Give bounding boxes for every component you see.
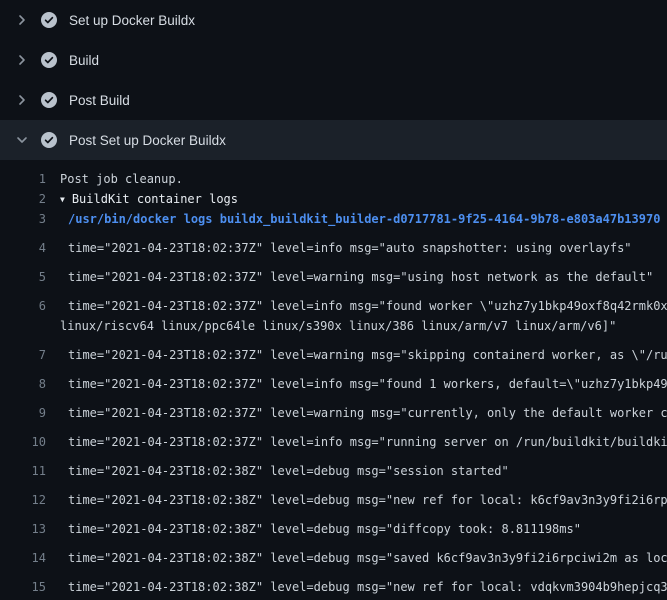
log-text: ▼ BuildKit container logs xyxy=(60,189,238,209)
line-number[interactable]: 9 xyxy=(0,403,60,423)
log-line: 12time="2021-04-23T18:02:38Z" level=debu… xyxy=(0,481,667,510)
line-number[interactable]: 4 xyxy=(0,238,60,258)
actions-log-viewer: Set up Docker Buildx Build Post Build Post … xyxy=(0,0,667,600)
log-line: 9time="2021-04-23T18:02:37Z" level=warni… xyxy=(0,394,667,423)
check-circle-icon xyxy=(41,52,57,68)
section-header-build[interactable]: Build xyxy=(0,40,667,80)
section-header-set-up-docker-buildx[interactable]: Set up Docker Buildx xyxy=(0,0,667,40)
log-text: time="2021-04-23T18:02:38Z" level=debug … xyxy=(60,461,509,481)
steps-list: Set up Docker Buildx Build Post Build Post … xyxy=(0,0,667,160)
log-line: 7time="2021-04-23T18:02:37Z" level=warni… xyxy=(0,336,667,365)
log-line: 3/usr/bin/docker logs buildx_buildkit_bu… xyxy=(0,209,667,229)
log-text: time="2021-04-23T18:02:37Z" level=info m… xyxy=(60,432,667,452)
chevron-right-icon[interactable] xyxy=(14,12,30,28)
line-number xyxy=(0,316,60,336)
log-line: 4time="2021-04-23T18:02:37Z" level=info … xyxy=(0,229,667,258)
chevron-right-icon[interactable] xyxy=(14,92,30,108)
log-line: 5time="2021-04-23T18:02:37Z" level=warni… xyxy=(0,258,667,287)
log-line: 10time="2021-04-23T18:02:37Z" level=info… xyxy=(0,423,667,452)
line-number[interactable]: 1 xyxy=(0,169,60,189)
log-text: time="2021-04-23T18:02:38Z" level=debug … xyxy=(60,577,667,597)
line-number[interactable]: 14 xyxy=(0,548,60,568)
log-text: linux/riscv64 linux/ppc64le linux/s390x … xyxy=(60,316,616,336)
log-line: linux/riscv64 linux/ppc64le linux/s390x … xyxy=(0,316,667,336)
log-text: time="2021-04-23T18:02:38Z" level=debug … xyxy=(60,548,667,568)
log-text: time="2021-04-23T18:02:37Z" level=info m… xyxy=(60,238,632,258)
section-label: Post Build xyxy=(69,93,130,108)
log-line: 13time="2021-04-23T18:02:38Z" level=debu… xyxy=(0,510,667,539)
line-number[interactable]: 10 xyxy=(0,432,60,452)
check-circle-icon xyxy=(41,92,57,108)
line-number[interactable]: 2 xyxy=(0,189,60,209)
line-number[interactable]: 7 xyxy=(0,345,60,365)
group-label: BuildKit container logs xyxy=(72,192,238,206)
line-number[interactable]: 15 xyxy=(0,577,60,597)
log-line: 8time="2021-04-23T18:02:37Z" level=info … xyxy=(0,365,667,394)
log-text: time="2021-04-23T18:02:37Z" level=info m… xyxy=(60,296,667,316)
line-number[interactable]: 8 xyxy=(0,374,60,394)
log-text: time="2021-04-23T18:02:37Z" level=info m… xyxy=(60,374,667,394)
check-circle-icon xyxy=(41,12,57,28)
line-number[interactable]: 12 xyxy=(0,490,60,510)
log-line: 6time="2021-04-23T18:02:37Z" level=info … xyxy=(0,287,667,316)
log-text: time="2021-04-23T18:02:38Z" level=debug … xyxy=(60,490,667,510)
section-header-post-build[interactable]: Post Build xyxy=(0,80,667,120)
section-label: Build xyxy=(69,53,99,68)
log-line: 11time="2021-04-23T18:02:38Z" level=debu… xyxy=(0,452,667,481)
log-text: time="2021-04-23T18:02:37Z" level=warnin… xyxy=(60,345,667,365)
line-number[interactable]: 6 xyxy=(0,296,60,316)
line-number[interactable]: 3 xyxy=(0,209,60,229)
log-line: 15time="2021-04-23T18:02:38Z" level=debu… xyxy=(0,568,667,597)
log-text: time="2021-04-23T18:02:37Z" level=warnin… xyxy=(60,403,667,423)
section-header-post-set-up-docker-buildx[interactable]: Post Set up Docker Buildx xyxy=(0,120,667,160)
section-label: Post Set up Docker Buildx xyxy=(69,133,226,148)
log-text: Post job cleanup. xyxy=(60,169,183,189)
section-label: Set up Docker Buildx xyxy=(69,13,195,28)
collapse-triangle-icon: ▼ xyxy=(60,190,65,210)
chevron-down-icon[interactable] xyxy=(14,132,30,148)
line-number[interactable]: 13 xyxy=(0,519,60,539)
line-number[interactable]: 11 xyxy=(0,461,60,481)
line-number[interactable]: 5 xyxy=(0,267,60,287)
command-text: /usr/bin/docker logs buildx_buildkit_bui… xyxy=(60,209,660,229)
log-group-header[interactable]: 2▼ BuildKit container logs xyxy=(0,189,667,209)
check-circle-icon xyxy=(41,132,57,148)
log-text: time="2021-04-23T18:02:38Z" level=debug … xyxy=(60,519,581,539)
log-console: 1Post job cleanup.2▼ BuildKit container l… xyxy=(0,160,667,600)
log-line: 14time="2021-04-23T18:02:38Z" level=debu… xyxy=(0,539,667,568)
log-text: time="2021-04-23T18:02:37Z" level=warnin… xyxy=(60,267,653,287)
chevron-right-icon[interactable] xyxy=(14,52,30,68)
log-line: 1Post job cleanup. xyxy=(0,169,667,189)
